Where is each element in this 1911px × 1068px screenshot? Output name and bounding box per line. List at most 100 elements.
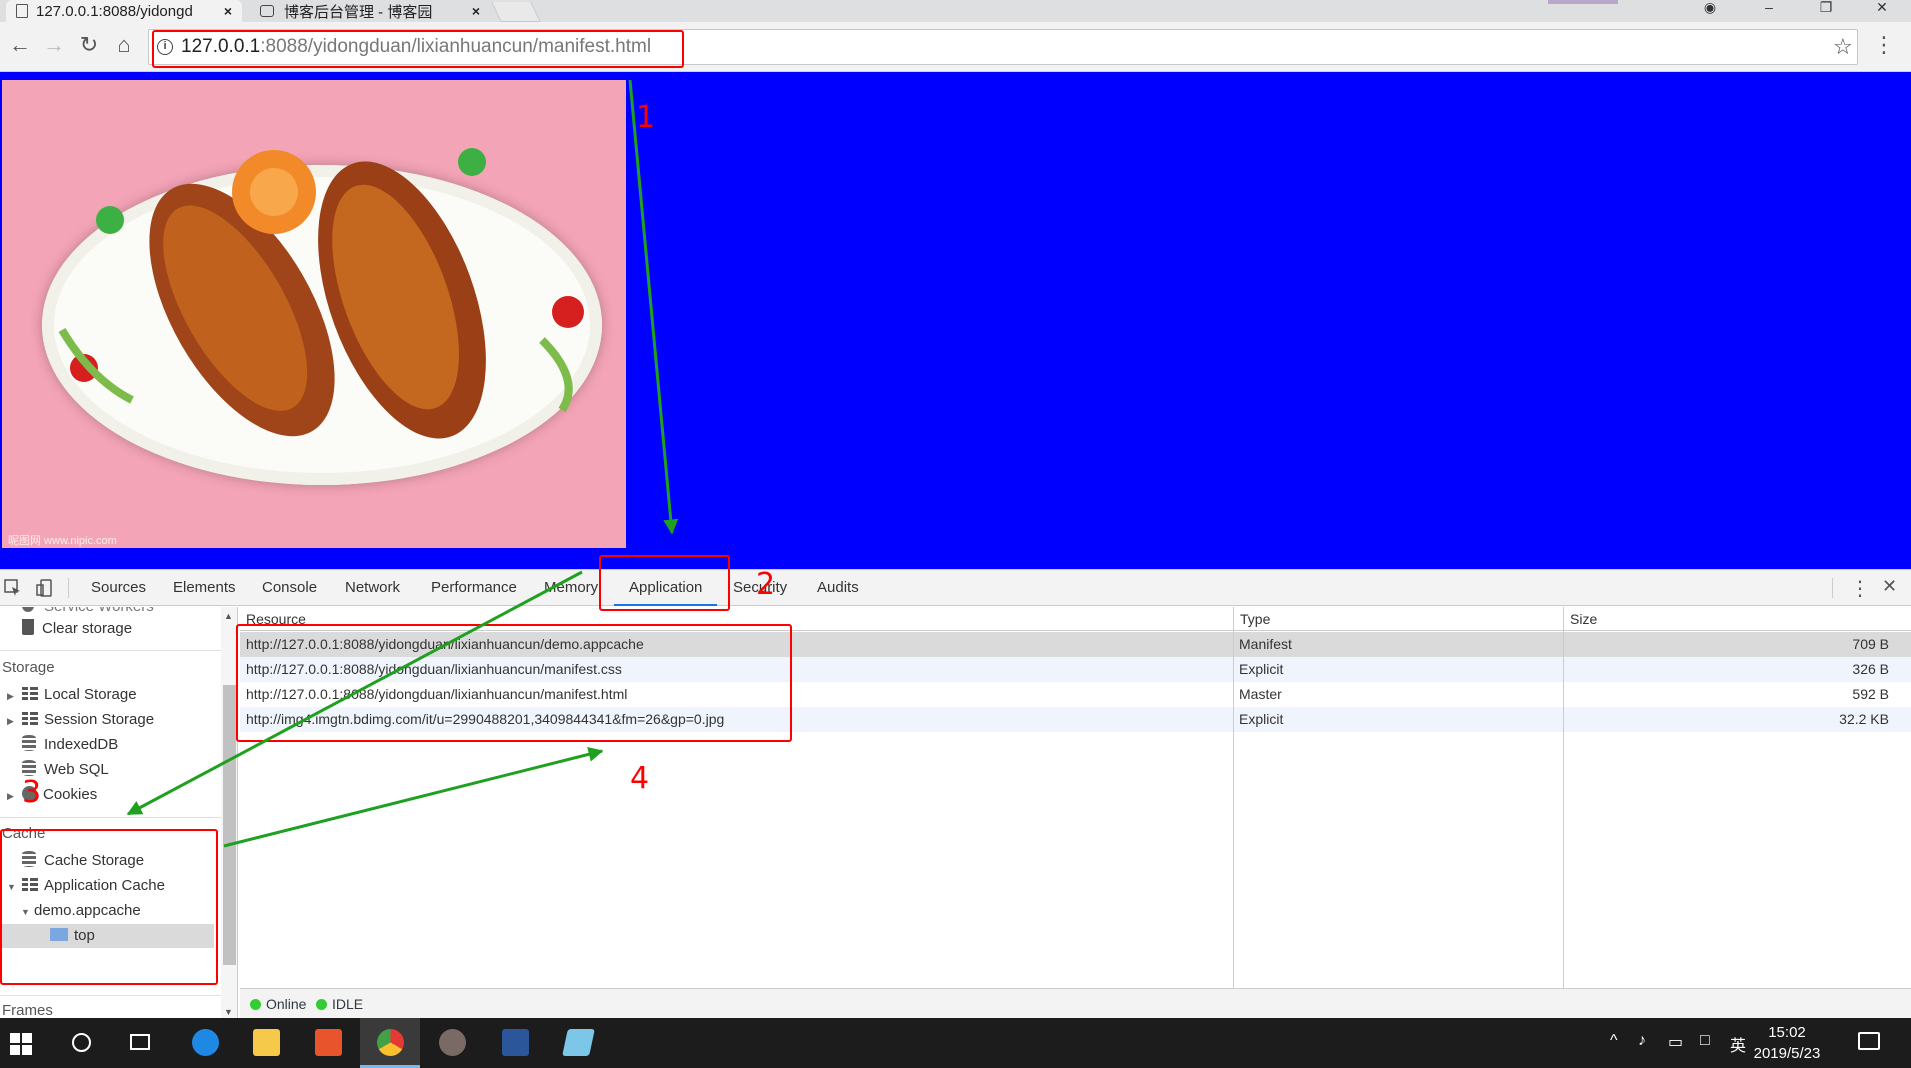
tab-network[interactable]: Network xyxy=(345,570,400,606)
sidebar-section-frames: Frames xyxy=(2,1002,53,1019)
document-icon xyxy=(16,4,28,18)
taskbar-clock[interactable]: 15:02 2019/5/23 xyxy=(1742,1022,1832,1064)
edge-icon xyxy=(192,1029,219,1056)
chrome-menu-icon[interactable]: ⋮ xyxy=(1870,34,1898,56)
search-icon xyxy=(72,1033,91,1052)
taskbar-hbuilder[interactable] xyxy=(298,1018,358,1068)
gear-icon xyxy=(22,607,34,612)
word-icon xyxy=(502,1029,529,1056)
idle-dot-icon xyxy=(316,999,327,1010)
tab-sources[interactable]: Sources xyxy=(91,570,146,606)
expand-arrow-icon[interactable]: ▶ xyxy=(7,691,14,702)
devtools-menu-icon[interactable]: ⋮ xyxy=(1850,576,1870,601)
column-divider[interactable] xyxy=(1233,607,1234,988)
new-tab-button[interactable] xyxy=(491,2,541,22)
sidebar-item-session-storage[interactable]: Session Storage xyxy=(22,708,154,732)
sidebar-scroll-thumb[interactable] xyxy=(223,685,236,965)
taskbar-file-explorer[interactable] xyxy=(236,1018,296,1068)
expand-arrow-icon[interactable]: ▶ xyxy=(7,716,14,727)
back-button[interactable]: ← xyxy=(6,34,34,56)
notepad-icon xyxy=(562,1029,595,1056)
database-icon xyxy=(22,735,36,751)
close-window-button[interactable]: ✕ xyxy=(1862,0,1902,22)
storage-grid-icon xyxy=(22,712,38,725)
sidebar-section-storage: Storage xyxy=(2,659,55,676)
close-tab-icon[interactable]: × xyxy=(472,3,480,19)
online-label: Online xyxy=(266,996,307,1012)
task-view-button[interactable] xyxy=(110,1018,170,1068)
image-watermark: 昵图网 www.nipic.com xyxy=(8,535,117,547)
type-cell: Explicit xyxy=(1239,661,1284,677)
column-divider[interactable] xyxy=(1563,607,1564,988)
start-button[interactable] xyxy=(0,1018,60,1068)
browser-titlebar: 127.0.0.1:8088/yidongd × 博客后台管理 - 博客园 × … xyxy=(0,0,1911,22)
tab-audits[interactable]: Audits xyxy=(817,570,859,606)
chrome-icon xyxy=(377,1029,404,1056)
battery-icon[interactable]: ▭ xyxy=(1668,1032,1683,1052)
clock-date: 2019/5/23 xyxy=(1753,1045,1821,1062)
storage-grid-icon xyxy=(22,687,38,700)
search-button[interactable] xyxy=(52,1018,112,1068)
tab-console[interactable]: Console xyxy=(262,570,317,606)
taskbar-edge[interactable] xyxy=(175,1018,235,1068)
scroll-up-arrow-icon[interactable]: ▲ xyxy=(224,611,233,621)
taskbar-notepad[interactable] xyxy=(548,1018,608,1068)
close-devtools-icon[interactable]: ✕ xyxy=(1882,576,1897,597)
online-dot-icon xyxy=(250,999,261,1010)
sidebar-divider xyxy=(0,995,221,996)
idle-label: IDLE xyxy=(332,996,364,1012)
sidebar-item-label: Local Storage xyxy=(44,686,137,703)
expand-arrow-icon[interactable]: ▶ xyxy=(7,791,14,802)
sidebar-item-label: Cookies xyxy=(43,786,98,803)
food-illustration xyxy=(58,148,584,439)
column-header-type[interactable]: Type xyxy=(1240,607,1270,631)
idle-status: IDLE xyxy=(316,996,363,1012)
forward-button[interactable]: → xyxy=(40,34,68,56)
show-hidden-icons[interactable]: ^ xyxy=(1610,1032,1618,1050)
taskbar-word[interactable] xyxy=(485,1018,545,1068)
clock-time: 15:02 xyxy=(1768,1024,1806,1041)
browser-tab-manifest[interactable]: 127.0.0.1:8088/yidongd × xyxy=(6,0,242,22)
annotation-box-application-tab xyxy=(599,555,730,611)
sidebar-item-label: Web SQL xyxy=(44,761,109,778)
type-cell: Manifest xyxy=(1239,636,1292,652)
home-button[interactable]: ⌂ xyxy=(110,34,138,56)
devtools-tabbar: Sources Elements Console Network Perform… xyxy=(0,570,1911,606)
roast-pigeon-image: 昵图网 www.nipic.com xyxy=(2,80,626,548)
taskbar-chrome[interactable] xyxy=(360,1018,420,1068)
network-icon[interactable]: □ xyxy=(1700,1032,1710,1050)
tab-title: 127.0.0.1:8088/yidongd xyxy=(36,2,193,20)
photo-icon xyxy=(439,1029,466,1056)
task-view-icon xyxy=(130,1034,150,1050)
tab-performance[interactable]: Performance xyxy=(431,570,517,606)
close-tab-icon[interactable]: × xyxy=(224,3,232,19)
annotation-label-2: 2 xyxy=(756,567,776,602)
tabbar-divider xyxy=(68,578,69,598)
tab-title: 博客后台管理 - 博客园 xyxy=(284,3,433,21)
taskbar-photo-app[interactable] xyxy=(422,1018,482,1068)
device-toolbar-icon[interactable] xyxy=(36,579,54,597)
sidebar-divider xyxy=(0,817,221,818)
annotation-box-resources xyxy=(236,624,792,742)
sidebar-item-clear-storage[interactable]: Clear storage xyxy=(22,617,132,641)
windows-logo-icon xyxy=(10,1033,32,1055)
page-viewport: 昵图网 www.nipic.com xyxy=(0,72,1911,569)
maximize-button[interactable]: ❐ xyxy=(1806,0,1846,22)
inspect-element-icon[interactable] xyxy=(4,579,22,597)
tab-memory[interactable]: Memory xyxy=(544,570,598,606)
reload-button[interactable]: ↻ xyxy=(75,34,103,56)
windows-taskbar: ^ ♪ ▭ □ 英 15:02 2019/5/23 xyxy=(0,1018,1911,1068)
tab-elements[interactable]: Elements xyxy=(173,570,236,606)
cnblogs-icon xyxy=(260,5,274,17)
scroll-down-arrow-icon[interactable]: ▼ xyxy=(224,1007,233,1017)
volume-icon[interactable]: ♪ xyxy=(1638,1032,1646,1050)
sidebar-item-label: Service Workers xyxy=(44,607,154,615)
action-center-icon[interactable] xyxy=(1858,1032,1880,1050)
browser-tab-blog-admin[interactable]: 博客后台管理 - 博客园 × xyxy=(250,0,490,22)
column-header-size[interactable]: Size xyxy=(1570,607,1597,631)
minimize-button[interactable]: – xyxy=(1749,0,1789,22)
bookmark-star-icon[interactable]: ☆ xyxy=(1833,34,1853,60)
sidebar-item-indexeddb[interactable]: IndexedDB xyxy=(22,733,118,757)
account-icon[interactable]: ◉ xyxy=(1690,0,1730,22)
sidebar-item-local-storage[interactable]: Local Storage xyxy=(22,683,137,707)
